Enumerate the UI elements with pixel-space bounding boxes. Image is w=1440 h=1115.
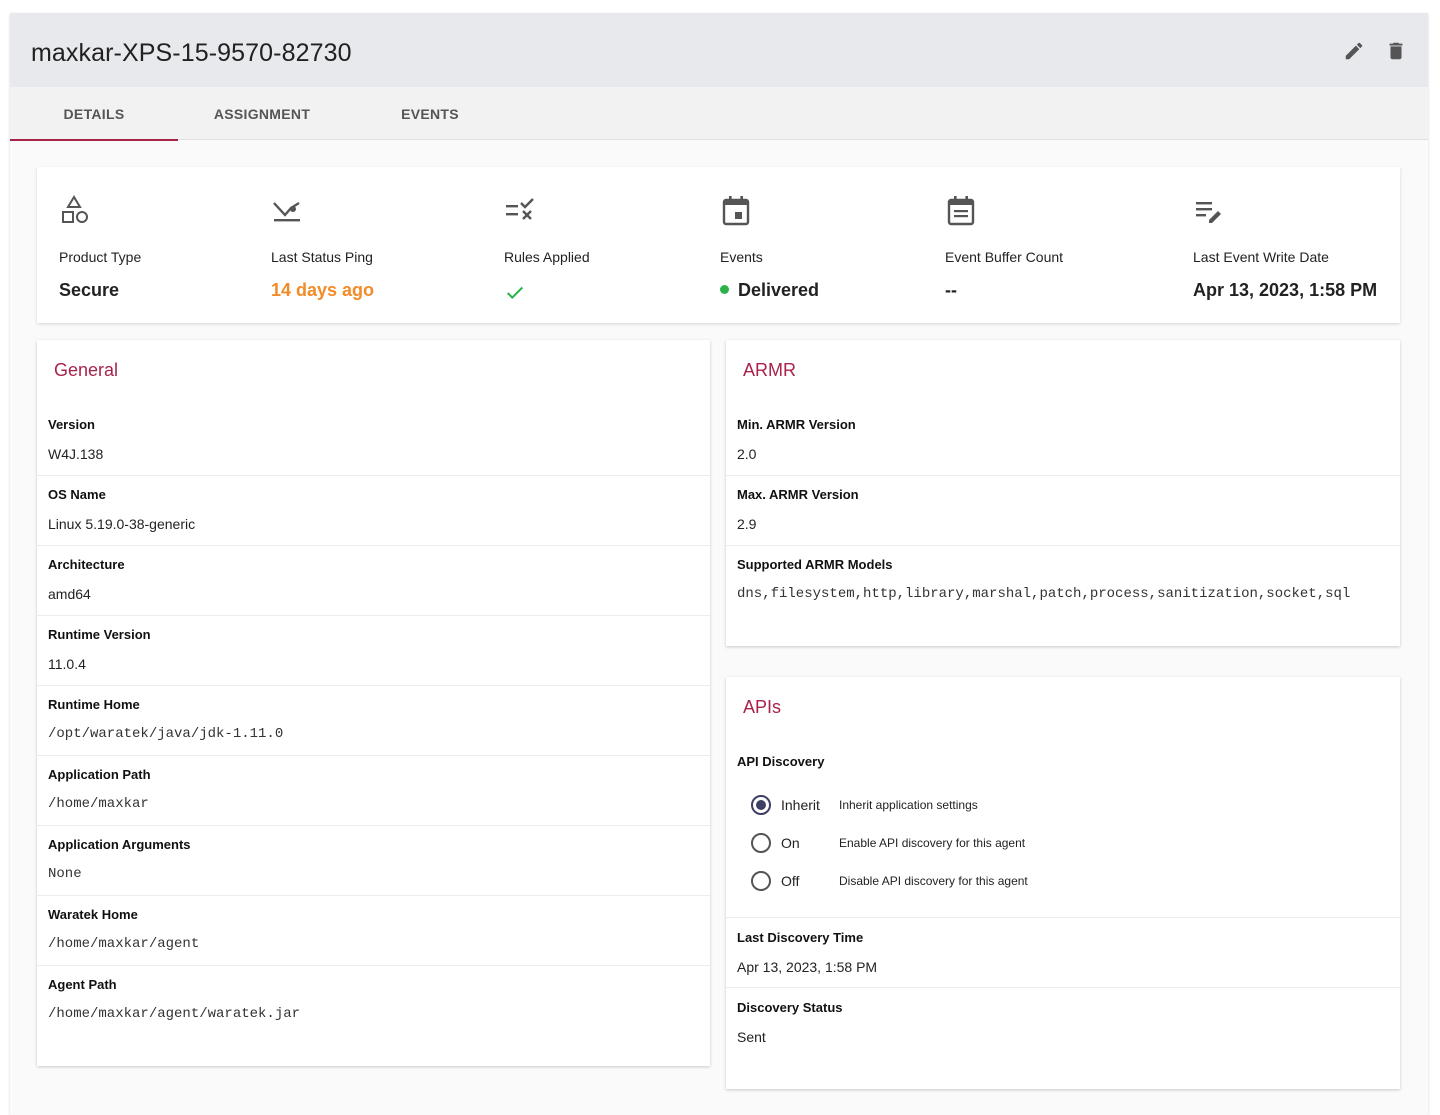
pencil-icon — [1345, 42, 1363, 60]
calendar-icon — [722, 196, 750, 226]
armr-card-title: ARMR — [743, 360, 796, 380]
radio-on[interactable]: On Enable API discovery for this agent — [751, 833, 1025, 853]
field-label: Version — [48, 417, 95, 432]
radio-button[interactable] — [751, 795, 771, 815]
trash-icon — [1389, 42, 1403, 60]
divider — [37, 545, 710, 546]
field-value: Sent — [737, 1029, 766, 1045]
field-value: /home/maxkar/agent — [48, 936, 200, 952]
tab-assignment[interactable]: ASSIGNMENT — [178, 87, 346, 140]
agent-detail-panel: maxkar-XPS-15-9570-82730 DETAILS ASSIGNM… — [10, 13, 1428, 1115]
divider — [37, 965, 710, 966]
armr-card: ARMR Min. ARMR Version 2.0 Max. ARMR Ver… — [726, 340, 1400, 646]
last-event-write-date-label: Last Event Write Date — [1193, 249, 1329, 265]
field-value: dns,filesystem,http,library,marshal,patc… — [737, 586, 1351, 602]
divider — [726, 987, 1400, 988]
radio-description: Disable API discovery for this agent — [839, 874, 1028, 888]
events-value: Delivered — [720, 280, 819, 301]
delete-button[interactable] — [1384, 39, 1408, 63]
field-label: Min. ARMR Version — [737, 417, 856, 432]
field-label: Application Path — [48, 767, 151, 782]
field-label: Discovery Status — [737, 1000, 843, 1015]
field-value: amd64 — [48, 586, 91, 602]
divider — [37, 825, 710, 826]
event-buffer-count-label: Event Buffer Count — [945, 249, 1064, 265]
divider — [37, 685, 710, 686]
field-value: /home/maxkar — [48, 796, 149, 812]
divider — [37, 895, 710, 896]
last-event-write-date-value: Apr 13, 2023, 1:58 PM — [1193, 280, 1378, 300]
divider — [726, 917, 1400, 918]
field-value: /home/maxkar/agent/waratek.jar — [48, 1006, 301, 1022]
events-label: Events — [720, 249, 763, 265]
field-value: Apr 13, 2023, 1:58 PM — [737, 959, 878, 975]
field-label: Waratek Home — [48, 907, 138, 922]
stat-events: Events Delivered — [720, 195, 819, 300]
radio-label: Inherit — [781, 797, 820, 813]
events-status-text: Delivered — [738, 280, 820, 300]
ping-icon — [273, 201, 300, 222]
edit-list-icon — [1196, 202, 1221, 223]
field-value: 2.0 — [737, 446, 757, 462]
field-value: W4J.138 — [48, 446, 104, 462]
header-actions — [1342, 39, 1408, 63]
field-label: Runtime Home — [48, 697, 140, 712]
radio-button[interactable] — [751, 871, 771, 891]
radio-label: On — [781, 835, 800, 851]
rules-applied-label: Rules Applied — [504, 249, 590, 265]
rule-list-icon — [506, 198, 534, 220]
field-value: 11.0.4 — [48, 656, 86, 672]
status-dot — [720, 284, 729, 294]
tab-bar: DETAILS ASSIGNMENT EVENTS — [10, 87, 1428, 141]
apis-card-title: APIs — [743, 697, 782, 717]
stat-rules-applied: Rules Applied — [504, 195, 590, 300]
tab-details[interactable]: DETAILS — [10, 87, 178, 141]
product-type-value: Secure — [59, 280, 120, 300]
last-status-ping-label: Last Status Ping — [271, 249, 373, 265]
divider — [37, 615, 710, 616]
field-value: 2.9 — [737, 516, 757, 532]
divider — [726, 545, 1400, 546]
field-value: Linux 5.19.0-38-generic — [48, 516, 196, 532]
stat-last-status-ping: Last Status Ping 14 days ago — [271, 195, 374, 300]
tab-events[interactable]: EVENTS — [346, 87, 514, 140]
divider — [726, 475, 1400, 476]
rules-applied-value — [504, 280, 526, 309]
page-title: maxkar-XPS-15-9570-82730 — [31, 39, 352, 67]
stat-last-event-write-date: Last Event Write Date Apr 13, 2023, 1:58… — [1193, 195, 1377, 300]
field-value: /opt/waratek/java/jdk-1.11.0 — [48, 726, 284, 742]
field-label: API Discovery — [737, 754, 825, 769]
shapes-icon — [62, 195, 88, 223]
field-label: Last Discovery Time — [737, 930, 864, 945]
radio-inherit[interactable]: Inherit Inherit application settings — [751, 795, 978, 815]
radio-button[interactable] — [751, 833, 771, 853]
field-label: Application Arguments — [48, 837, 191, 852]
agent-summary-card: Product Type Secure Last Status Ping 14 … — [37, 167, 1400, 323]
product-type-label: Product Type — [59, 249, 142, 265]
field-label: Max. ARMR Version — [737, 487, 859, 502]
general-card: General Version W4J.138 OS Name Linux 5.… — [37, 340, 710, 1066]
stat-product-type: Product Type Secure — [59, 195, 141, 300]
field-label: Runtime Version — [48, 627, 151, 642]
field-label: Supported ARMR Models — [737, 557, 893, 572]
field-label: Agent Path — [48, 977, 117, 992]
divider — [37, 475, 710, 476]
edit-button[interactable] — [1342, 39, 1366, 63]
field-label: OS Name — [48, 487, 106, 502]
checkmark-icon — [506, 286, 524, 300]
last-status-ping-value: 14 days ago — [271, 280, 375, 300]
event-buffer-count-value: -- — [945, 280, 957, 300]
calendar-list-icon — [947, 196, 975, 226]
divider — [37, 755, 710, 756]
stat-event-buffer-count: Event Buffer Count -- — [945, 195, 1063, 300]
general-card-title: General — [54, 360, 119, 380]
field-label: Architecture — [48, 557, 125, 572]
radio-off[interactable]: Off Disable API discovery for this agent — [751, 871, 1028, 891]
field-value: None — [48, 866, 82, 882]
radio-description: Inherit application settings — [839, 798, 978, 812]
page-header: maxkar-XPS-15-9570-82730 — [10, 13, 1428, 87]
radio-description: Enable API discovery for this agent — [839, 836, 1026, 850]
apis-card: APIs API Discovery Inherit Inherit appli… — [726, 677, 1400, 1089]
radio-label: Off — [781, 873, 800, 889]
